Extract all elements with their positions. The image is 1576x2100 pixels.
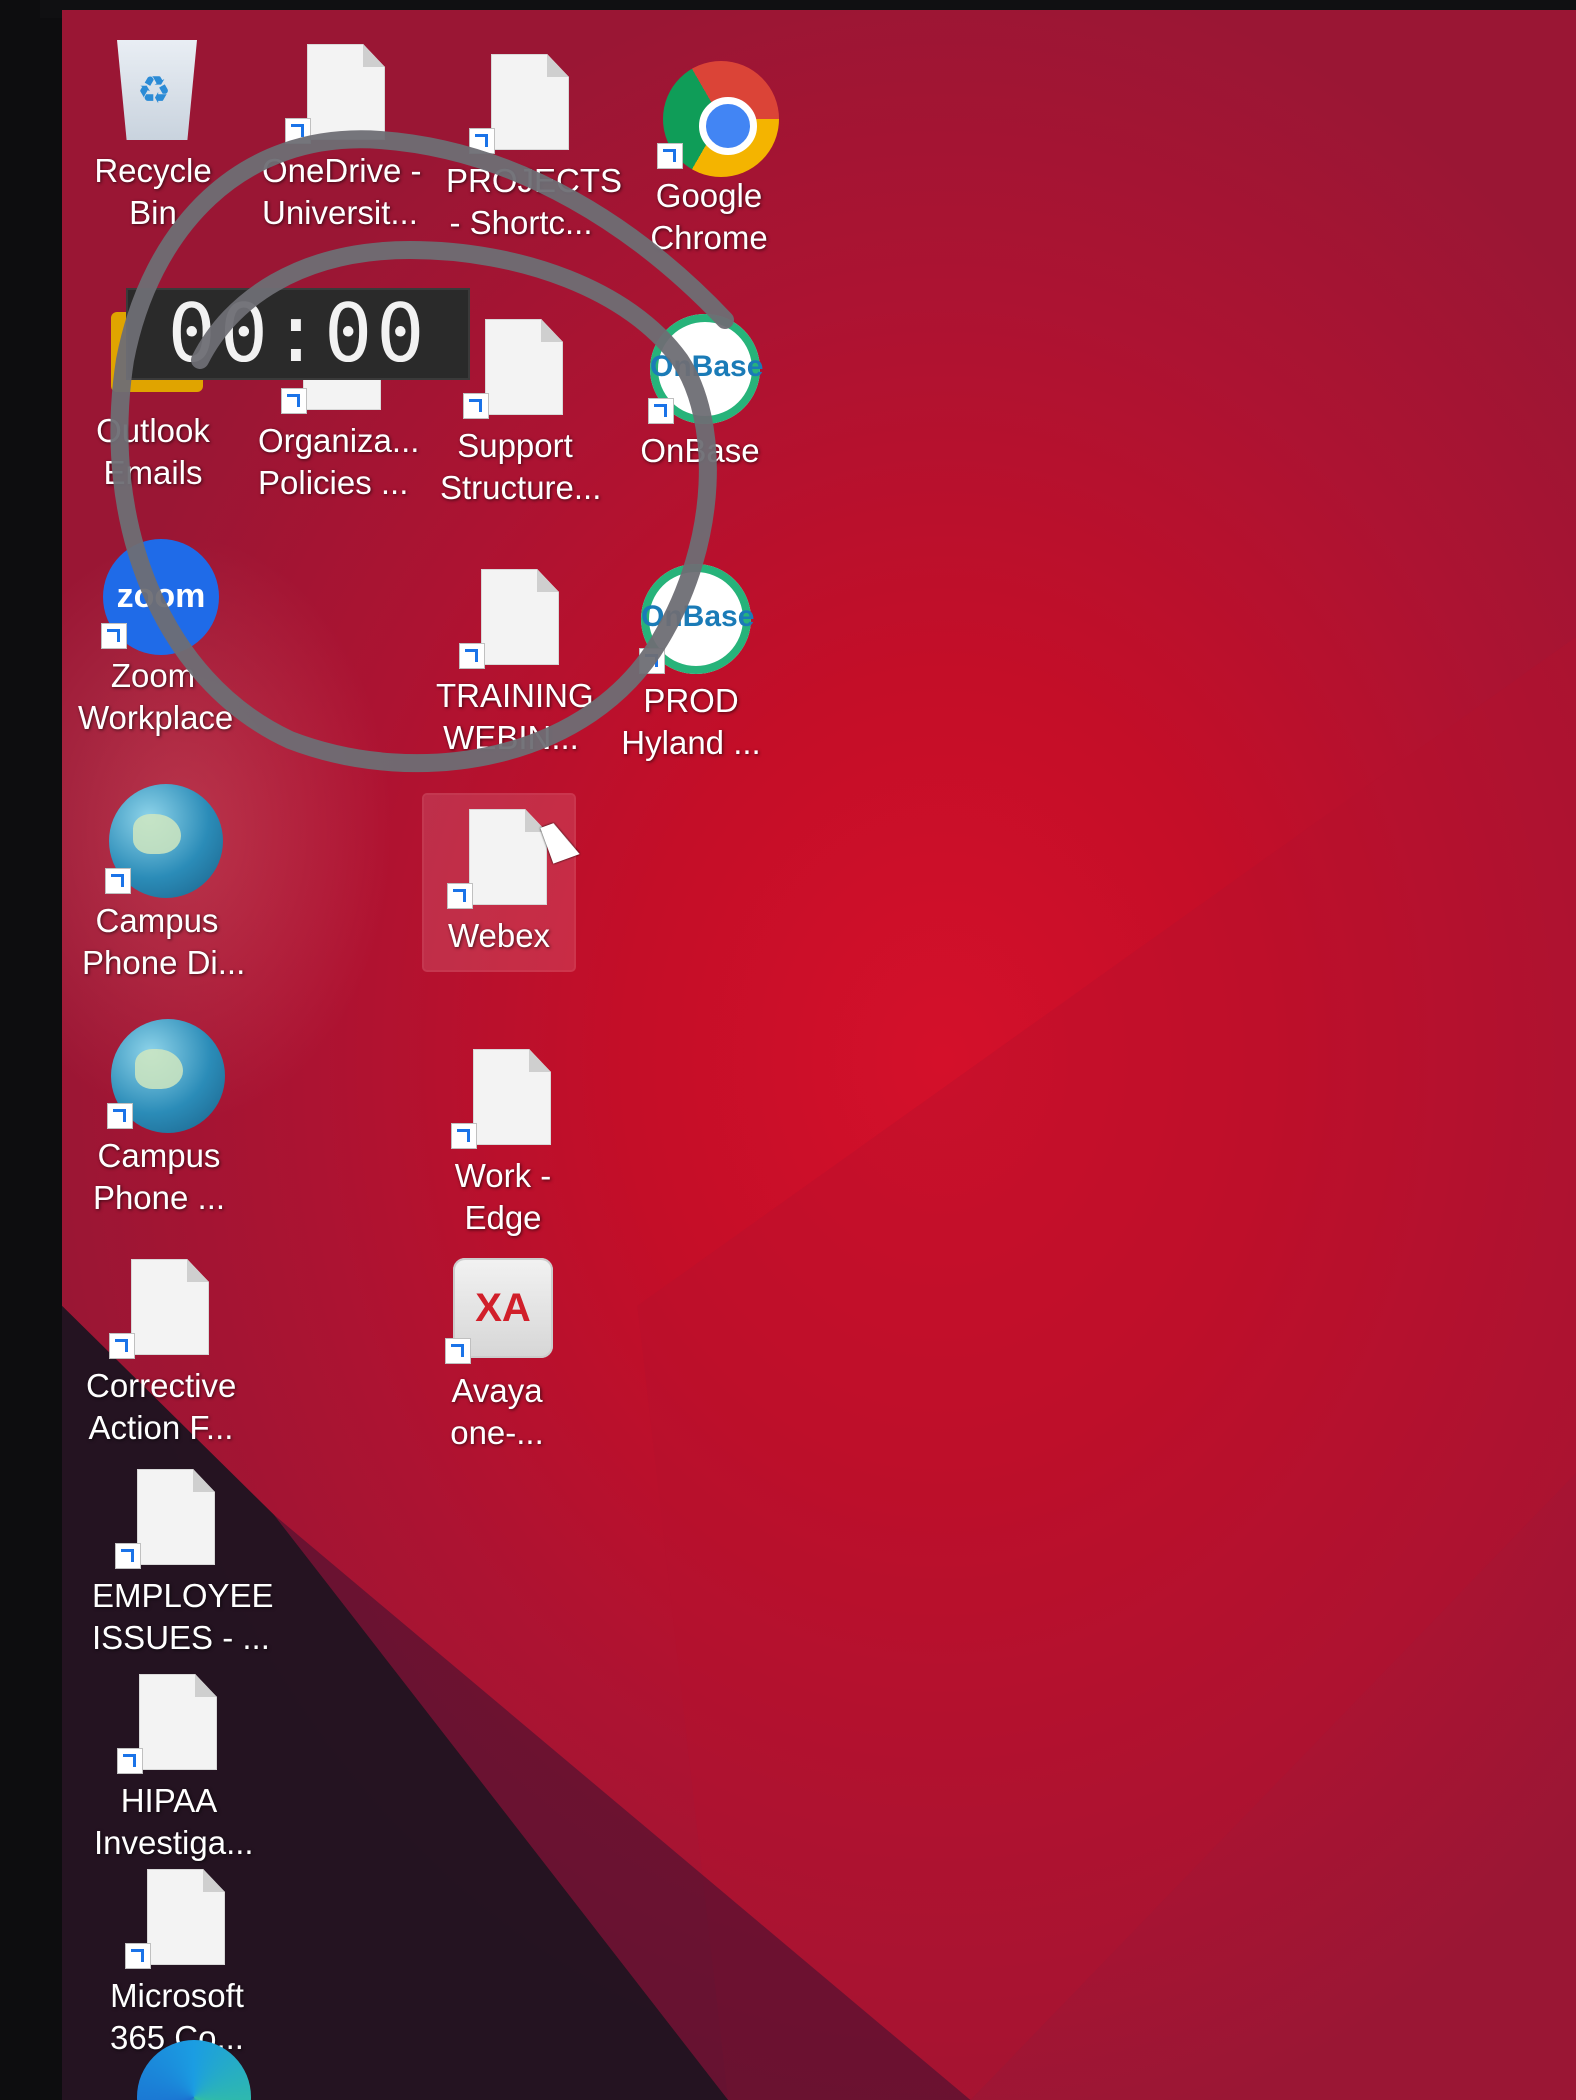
zoom-icon: zoom [93,535,219,655]
icon-label: Structure... [440,469,602,506]
icon-label: Corrective [86,1367,237,1404]
onbase-icon: OnBase [631,560,755,680]
desktop-icon-microsoft-365[interactable]: Microsoft 365 Co... [102,1855,252,2059]
shortcut-arrow-icon [445,1338,471,1364]
shortcut-arrow-icon [117,1748,143,1774]
icon-label: Bin [129,194,177,231]
icon-label: Workplace [78,699,234,736]
desktop-icon-webex[interactable]: Webex [422,793,576,972]
icon-label: one-... [450,1414,544,1451]
shortcut-arrow-icon [451,1123,477,1149]
document-icon [455,305,575,425]
shortcut-arrow-icon [281,388,307,414]
onbase-logo-text: OnBase [641,600,755,633]
document-icon [461,40,581,160]
document-icon [439,795,559,915]
timer-overlay: 00:00 [128,290,468,378]
document-icon [443,1035,563,1155]
icon-label: Zoom [110,657,196,694]
icon-label: PROD [643,682,739,719]
document-icon [107,1455,227,1575]
icon-label: OnBase [640,432,760,469]
icon-label: HIPAA [120,1782,218,1819]
desktop-icon-onedrive[interactable]: OneDrive - Universit... [262,30,422,234]
shortcut-arrow-icon [657,143,683,169]
desktop-icon-campus-phone[interactable]: Campus Phone ... [84,1015,234,1219]
icon-label: EMPLOYEE [92,1577,274,1614]
icon-label: Chrome [650,219,768,256]
desktop-icon-hipaa-investigation[interactable]: HIPAA Investiga... [94,1660,254,1864]
globe-icon [99,1015,225,1135]
icon-label: Campus [97,1137,221,1174]
shortcut-arrow-icon [105,868,131,894]
icon-label: Support [457,427,573,464]
shortcut-arrow-icon [447,883,473,909]
avaya-logo-text: XA [475,1286,531,1330]
icon-label: Policies ... [258,464,409,501]
desktop-icon-employee-issues[interactable]: EMPLOYEE ISSUES - ... [92,1455,274,1659]
document-icon [277,30,397,150]
icon-label: Webex [447,917,551,954]
desktop-icon-recycle-bin[interactable]: ♻ Recycle Bin [78,30,228,234]
desktop-icon-training-webinar[interactable]: TRAINING WEBIN... [436,555,594,759]
shortcut-arrow-icon [125,1943,151,1969]
document-icon [117,1855,237,1975]
shortcut-arrow-icon [109,1333,135,1359]
desktop-icon-google-chrome[interactable]: Google Chrome [634,55,784,259]
icon-label: Campus [95,902,219,939]
icon-label: Emails [103,454,203,491]
desktop-icon-campus-phone-directory[interactable]: Campus Phone Di... [82,780,246,984]
icon-label: PROJECTS [446,162,623,199]
desktop-icon-projects[interactable]: PROJECTS - Shortc... [446,40,623,244]
icon-label: ISSUES - ... [92,1619,270,1656]
document-icon [109,1660,229,1780]
avaya-icon: XA [437,1250,557,1370]
recycle-bin-icon: ♻ [93,30,213,150]
icon-label: Action F... [88,1409,234,1446]
shortcut-arrow-icon [463,393,489,419]
document-icon [101,1245,221,1365]
icon-label: Edge [464,1199,542,1236]
chrome-icon [649,55,779,177]
icon-label: Microsoft [110,1977,244,2014]
desktop-icon-zoom-workplace[interactable]: zoom Zoom Workplace [78,535,234,739]
desktop-icon-edge[interactable] [110,2030,260,2100]
onbase-logo-text: OnBase [650,350,764,383]
desktop-icon-work-edge[interactable]: Work - Edge [428,1035,578,1239]
globe-icon [97,780,223,900]
shortcut-arrow-icon [115,1543,141,1569]
desktop-icon-avaya[interactable]: XA Avaya one-... [422,1250,572,1454]
icon-label: Avaya [451,1372,543,1409]
icon-label: Phone ... [92,1179,226,1216]
desktop-icon-prod-hyland[interactable]: OnBase PROD Hyland ... [616,560,766,764]
icon-label: WEBIN... [443,719,579,756]
icon-label: Phone Di... [82,944,246,981]
desktop-icon-onbase[interactable]: OnBase OnBase [625,310,775,472]
icon-label: Universit... [262,194,418,231]
icon-label: OneDrive - [262,152,422,189]
onbase-icon: OnBase [640,310,764,430]
desktop-icon-corrective-action[interactable]: Corrective Action F... [86,1245,236,1449]
icon-label: Hyland ... [621,724,761,761]
icon-label: - Shortc... [449,204,593,241]
icon-label: Recycle [94,152,212,189]
icon-label: Outlook [96,412,210,449]
shortcut-arrow-icon [101,623,127,649]
shortcut-arrow-icon [648,398,674,424]
icon-label: Google [655,177,763,214]
shortcut-arrow-icon [459,643,485,669]
zoom-logo-text: zoom [116,577,206,615]
shortcut-arrow-icon [639,648,665,674]
edge-icon [125,2030,251,2100]
icon-label: Work - [454,1157,552,1194]
shortcut-arrow-icon [285,118,311,144]
shortcut-arrow-icon [107,1103,133,1129]
icon-label: TRAINING [436,677,594,714]
icon-label: Organiza... [258,422,420,459]
document-icon [451,555,571,675]
shortcut-arrow-icon [469,128,495,154]
